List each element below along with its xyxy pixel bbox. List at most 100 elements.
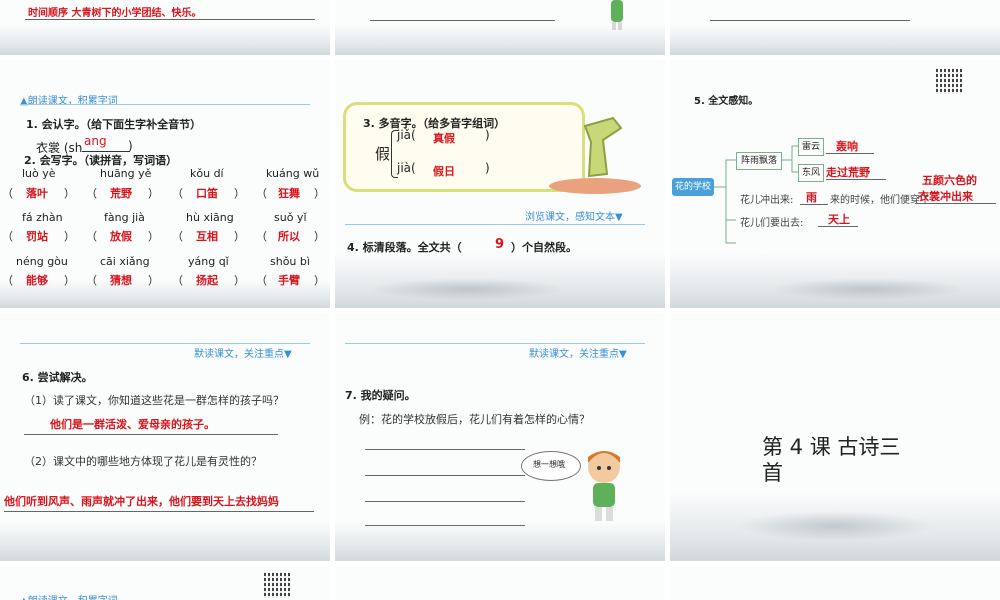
question-2: 2. 会写字。（读拼音，写词语）: [24, 154, 178, 167]
pinyin: fàng jià: [104, 211, 145, 224]
branch-text-1b: 来的时候，他们便穿了: [830, 195, 930, 206]
answer-line: [370, 20, 555, 21]
paren: （: [86, 230, 97, 243]
slide-1[interactable]: 时间顺序 大青树下的小学团结、快乐。: [0, 0, 330, 55]
answer-hong: 轰响: [836, 140, 858, 153]
q1-close: ): [128, 139, 133, 153]
nav-link-focus[interactable]: 默读课文，关注重点▼: [529, 345, 627, 360]
reading-1: jiǎ(: [397, 128, 416, 142]
mindmap-node-rain: 阵雨飘落: [736, 152, 782, 170]
ink-wash: [0, 25, 330, 55]
slide-11[interactable]: [335, 566, 665, 600]
pinyin: shǒu bì: [270, 255, 310, 268]
slide-7-solve[interactable]: 默读课文，关注重点▼ 6. 尝试解决。 （1）读了课文，你知道这些花是一群怎样的…: [0, 313, 330, 561]
qr-code-icon[interactable]: [264, 572, 290, 598]
ink-wash: [335, 521, 665, 561]
paren: ）: [64, 230, 75, 243]
close-paren: ): [485, 161, 490, 175]
slide-9-title[interactable]: 第 4 课 古诗三 首: [670, 313, 1000, 561]
answer-line: [710, 20, 910, 21]
ink-mountain: [769, 278, 967, 300]
ink-wash: [0, 521, 330, 561]
nav-rule: [20, 343, 310, 344]
branch-text-2: 花儿们要出去:: [740, 218, 804, 229]
writing-line: [365, 501, 525, 502]
q1-answer: ang: [84, 134, 107, 148]
answer: 罚站: [26, 230, 48, 243]
question-6a: （1）读了课文，你知道这些花是一群怎样的孩子吗？: [24, 394, 284, 407]
polyphone-char: 假: [375, 145, 391, 163]
slide-4-vocabulary[interactable]: ▲朗读课文，积累字词 1. 会认字。（给下面生字补全音节） 衣裳 (sh ang…: [0, 60, 330, 308]
answer-line: [826, 179, 886, 180]
nav-link-browse[interactable]: 浏览课文，感知文本▼: [525, 208, 623, 223]
pinyin: kǒu dí: [190, 167, 224, 180]
question-4-answer: 9: [495, 237, 505, 252]
nav-rule: [345, 343, 645, 344]
paren: ）: [64, 187, 75, 200]
branch-text-1: 花儿冲出来:: [740, 195, 794, 206]
close-paren: ): [485, 128, 490, 142]
paren: ）: [234, 230, 245, 243]
slide-5-polyphone[interactable]: 3. 多音字。（给多音字组词） 假 jiǎ( 真假 ) jià( 假日 ) 浏览…: [335, 60, 665, 308]
paren: ）: [314, 230, 325, 243]
paren: ）: [234, 187, 245, 200]
ink-mountain: [368, 278, 566, 300]
ink-wash: [670, 25, 1000, 55]
writing-line: [365, 475, 525, 476]
answer: 放假: [110, 230, 132, 243]
answer-zou: 走过荒野: [826, 166, 870, 179]
mindmap-node-wind: 东风: [798, 164, 824, 182]
answer-6b: 他们听到风声、雨声就冲了出来，他们要到天上去找妈妈: [4, 495, 279, 508]
paren: （: [172, 230, 183, 243]
pinyin: hù xiāng: [186, 211, 234, 224]
pinyin: huāng yě: [100, 167, 152, 180]
section-header: ▲朗读课文，积累字词: [20, 592, 118, 600]
slide-6-overview[interactable]: 5. 全文感知。 花的学校 阵雨飘落 雷云 东风 轰响 走过荒野 花儿冲出来: …: [670, 60, 1000, 308]
ink-wash: [0, 280, 330, 308]
mindmap-node-thunder: 雷云: [798, 138, 824, 156]
paren: ）: [148, 187, 159, 200]
question-3: 3. 多音字。（给多音字组词）: [363, 117, 506, 130]
answer: 口笛: [196, 187, 218, 200]
answer-tian: 天上: [828, 213, 850, 226]
answer-clothes-1: 五颜六色的: [922, 174, 977, 187]
paren: （: [256, 187, 267, 200]
slide-2[interactable]: [335, 0, 665, 55]
header-rule: [20, 104, 310, 105]
slide-1-answer: 时间顺序 大青树下的小学团结、快乐。: [28, 8, 202, 19]
answer: 落叶: [26, 187, 48, 200]
answer-6a: 他们是一群活泼、爱母亲的孩子。: [50, 418, 215, 431]
pinyin: néng gòu: [16, 255, 68, 268]
reading-2-answer: 假日: [433, 165, 455, 178]
answer: 所以: [278, 230, 300, 243]
pinyin: suǒ yǐ: [274, 211, 307, 224]
writing-line: [365, 449, 525, 450]
cartoon-boy-icon: [579, 447, 629, 527]
answer-line: [800, 204, 828, 205]
question-7: 7. 我的疑问。: [345, 389, 416, 402]
nav-link-focus[interactable]: 默读课文，关注重点▼: [194, 345, 292, 360]
pinyin: fá zhàn: [22, 211, 63, 224]
answer-yu: 雨: [806, 191, 817, 204]
lesson-title-line2: 首: [762, 461, 783, 485]
answer-line: [24, 434, 278, 435]
paren: （: [2, 230, 13, 243]
slide-3[interactable]: [670, 0, 1000, 55]
answer-line: [916, 203, 996, 204]
reading-2: jià(: [397, 161, 416, 175]
answer-line: [25, 19, 315, 20]
paren: （: [2, 187, 13, 200]
answer-clothes-2: 衣裳冲出来: [918, 190, 973, 203]
answer-line: [818, 226, 858, 227]
nav-rule: [345, 224, 645, 225]
slide-10[interactable]: ▲朗读课文，积累字词: [0, 566, 330, 600]
answer: 荒野: [110, 187, 132, 200]
pinyin: cāi xiǎng: [100, 255, 150, 268]
question-1: 1. 会认字。（给下面生字补全音节）: [26, 118, 202, 131]
pinyin: kuáng wǔ: [266, 167, 320, 180]
slide-12[interactable]: [670, 566, 1000, 600]
question-6b: （2）课文中的哪些地方体现了花儿是有灵性的？: [24, 455, 262, 468]
paren: （: [172, 187, 183, 200]
pinyin: luò yè: [22, 167, 56, 180]
slide-8-questions[interactable]: 默读课文，关注重点▼ 7. 我的疑问。 例：花的学校放假后，花儿们有着怎样的心情…: [335, 313, 665, 561]
